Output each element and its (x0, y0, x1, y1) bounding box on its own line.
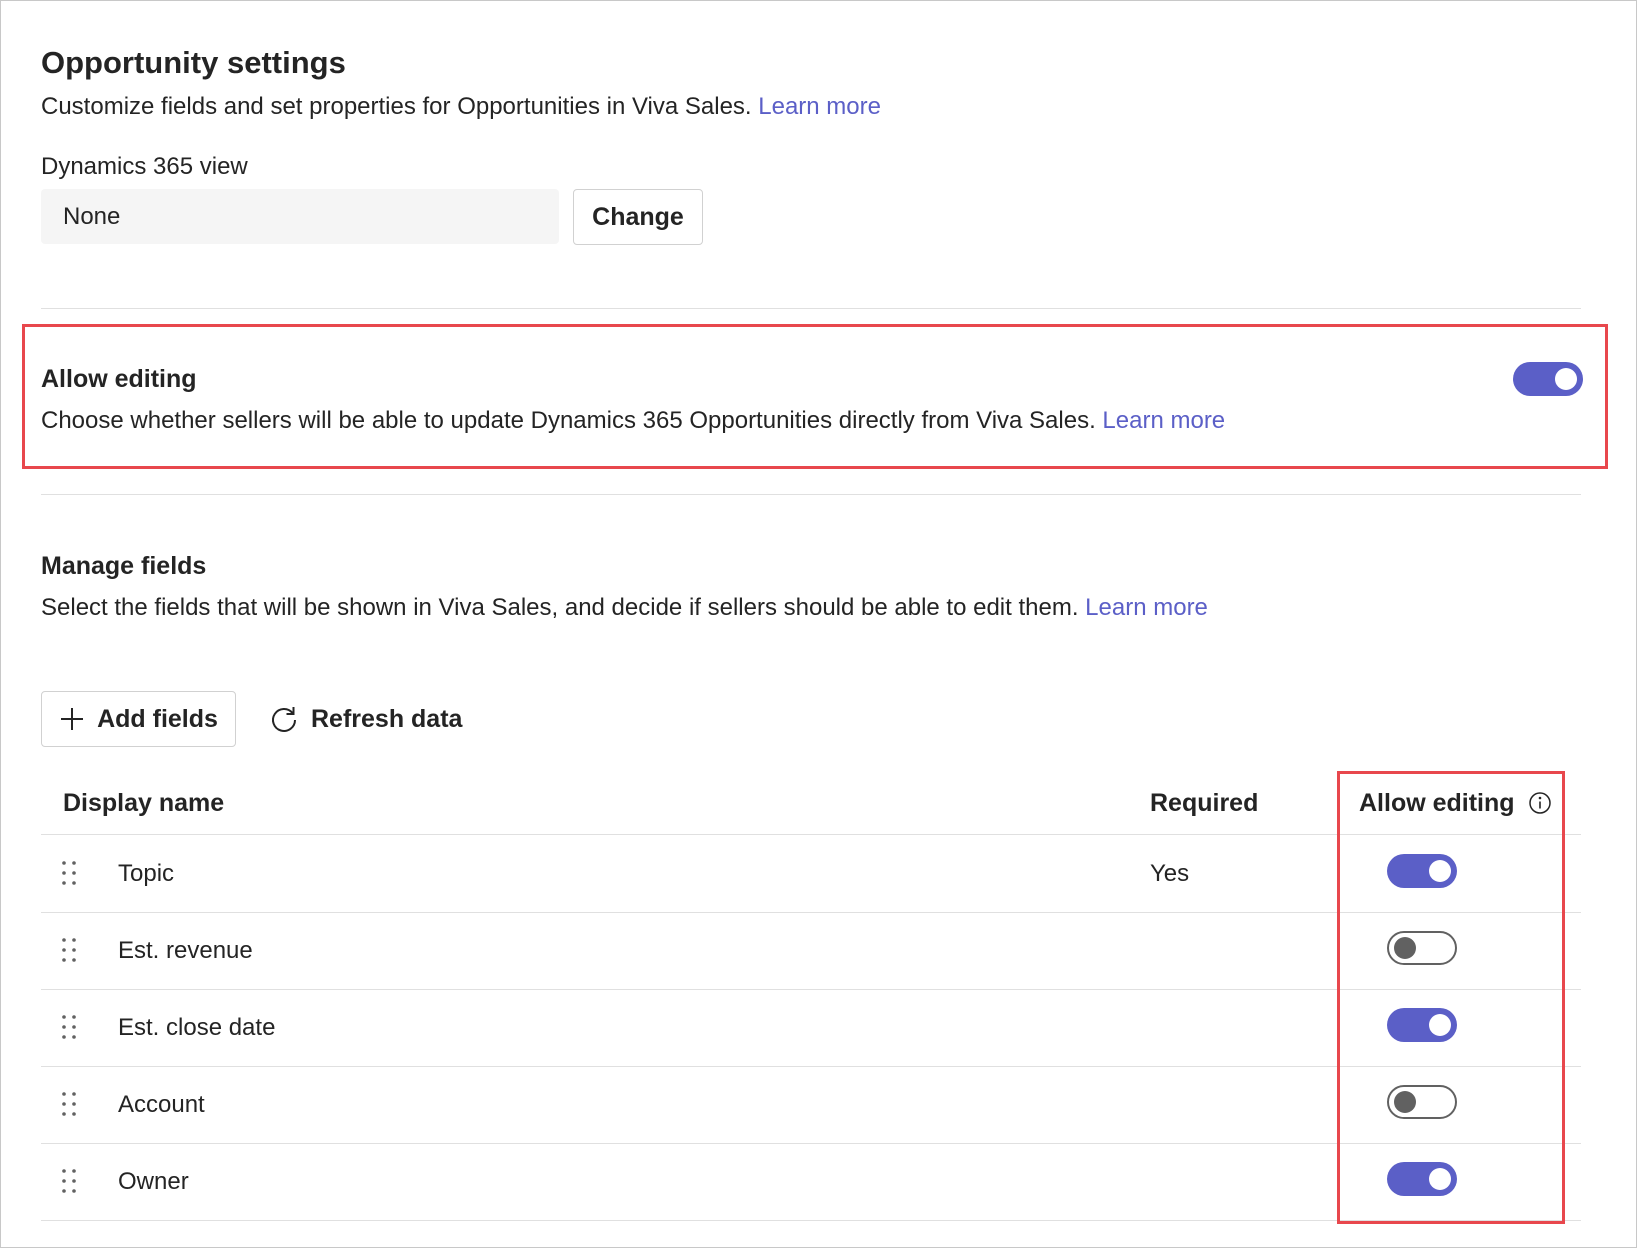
drag-handle-icon[interactable] (60, 936, 78, 964)
drag-handle-icon[interactable] (60, 859, 78, 887)
manage-fields-description: Select the fields that will be shown in … (41, 594, 1208, 622)
manage-fields-learn-more-link[interactable]: Learn more (1085, 594, 1208, 621)
drag-handle-icon[interactable] (60, 1167, 78, 1195)
column-display-name[interactable]: Display name (63, 789, 224, 818)
manage-fields-description-text: Select the fields that will be shown in … (41, 594, 1079, 621)
refresh-data-label: Refresh data (311, 704, 463, 733)
column-required[interactable]: Required (1150, 789, 1258, 818)
change-view-button[interactable]: Change (573, 189, 703, 245)
section-divider (41, 494, 1581, 495)
settings-page: Opportunity settings Customize fields an… (0, 0, 1637, 1248)
field-required: Yes (1150, 860, 1190, 887)
allow-editing-description: Choose whether sellers will be able to u… (41, 407, 1225, 435)
field-name: Owner (118, 1168, 189, 1195)
manage-fields-title: Manage fields (41, 552, 207, 580)
plus-icon (61, 708, 84, 730)
allow-editing-title: Allow editing (41, 365, 197, 393)
allow-editing-highlight (22, 324, 1608, 469)
drag-handle-icon[interactable] (60, 1013, 78, 1041)
add-fields-label: Add fields (97, 704, 218, 733)
refresh-icon (272, 707, 296, 732)
toggle-knob (1555, 368, 1577, 390)
allow-editing-column-highlight (1337, 771, 1565, 1224)
page-learn-more-link[interactable]: Learn more (758, 93, 881, 120)
section-divider (41, 308, 1581, 309)
allow-editing-toggle[interactable] (1513, 362, 1583, 396)
dynamics-view-label: Dynamics 365 view (41, 153, 248, 180)
page-title: Opportunity settings (41, 45, 346, 80)
field-name: Est. close date (118, 1014, 276, 1041)
page-description-text: Customize fields and set properties for … (41, 93, 752, 120)
refresh-data-button[interactable]: Refresh data (269, 691, 462, 747)
allow-editing-learn-more-link[interactable]: Learn more (1102, 407, 1225, 434)
dynamics-view-field: None (41, 189, 559, 244)
add-fields-button[interactable]: Add fields (41, 691, 236, 747)
field-name: Account (118, 1091, 205, 1118)
page-description: Customize fields and set properties for … (41, 93, 881, 121)
field-name: Est. revenue (118, 937, 253, 964)
field-name: Topic (118, 860, 175, 887)
allow-editing-description-text: Choose whether sellers will be able to u… (41, 407, 1096, 434)
drag-handle-icon[interactable] (60, 1090, 78, 1118)
